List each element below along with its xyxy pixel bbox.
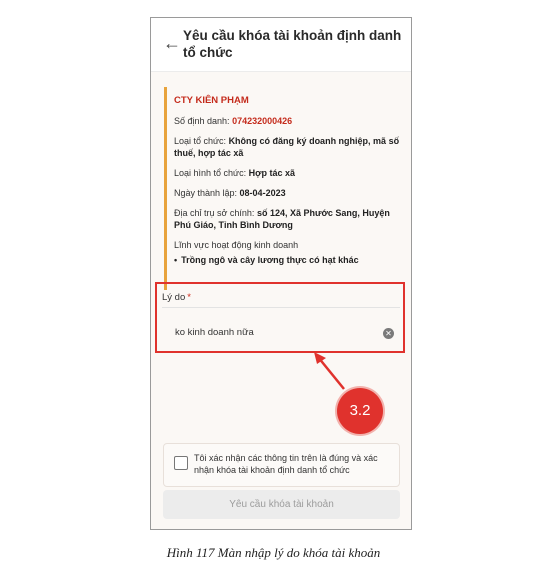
arrow-left-icon[interactable]: ← [163, 34, 181, 52]
org-kind-row: Loại hình tổ chức: Hợp tác xã [174, 167, 406, 179]
org-type-label: Loại tổ chức: [174, 136, 229, 146]
step-badge: 3.2 [337, 388, 383, 434]
phone-screen: ← Yêu cầu khóa tài khoản định danh tổ ch… [150, 17, 412, 530]
business-field-label: Lĩnh vực hoạt động kinh doanh [174, 240, 299, 250]
founding-date-value: 08-04-2023 [239, 188, 286, 198]
address-label: Địa chỉ trụ sở chính: [174, 208, 257, 218]
organization-info-card: CTY KIÊN PHẠM Số định danh: 074232000426… [164, 87, 406, 290]
confirm-text: Tôi xác nhận các thông tin trên là đúng … [194, 453, 378, 475]
organization-name: CTY KIÊN PHẠM [174, 95, 249, 106]
founding-date-label: Ngày thành lập: [174, 188, 240, 198]
confirm-box: Tôi xác nhận các thông tin trên là đúng … [163, 443, 400, 487]
annotation-arrow [314, 352, 345, 390]
business-field-item: Trồng ngô và cây lương thực có hạt khác [174, 254, 406, 266]
id-value: 074232000426 [232, 116, 293, 126]
page-title: Yêu cầu khóa tài khoản định danh tổ chức [183, 28, 402, 60]
app-header: ← Yêu cầu khóa tài khoản định danh tổ ch… [151, 18, 411, 72]
highlight-box [155, 282, 405, 353]
figure-caption: Hình 117 Màn nhập lý do khóa tài khoản [166, 545, 381, 560]
id-row: Số định danh: 074232000426 [174, 115, 406, 127]
org-type-row: Loại tổ chức: Không có đăng ký doanh ngh… [174, 135, 406, 159]
submit-lock-button[interactable]: Yêu cầu khóa tài khoản [163, 490, 400, 519]
address-row: Địa chỉ trụ sở chính: số 124, Xã Phước S… [174, 207, 406, 231]
org-kind-value: Hợp tác xã [248, 168, 295, 178]
org-kind-label: Loại hình tổ chức: [174, 168, 249, 178]
id-label: Số định danh: [174, 116, 233, 126]
confirm-checkbox[interactable] [174, 456, 188, 470]
founding-date-row: Ngày thành lập: 08-04-2023 [174, 187, 406, 199]
